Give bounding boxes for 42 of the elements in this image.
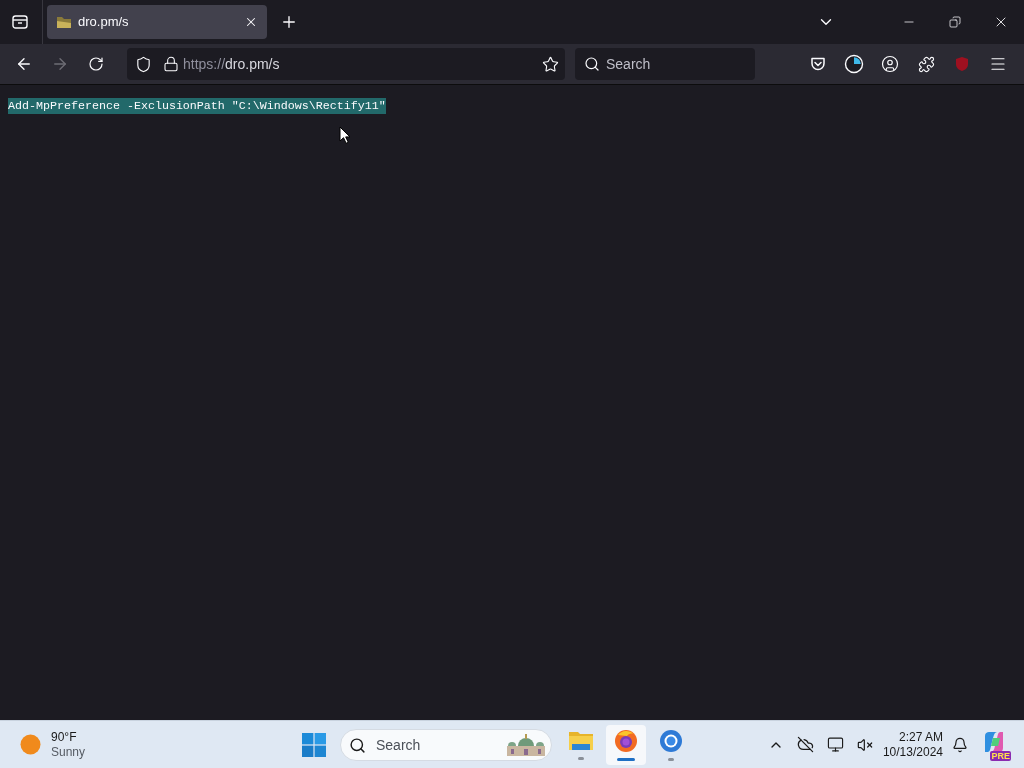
- search-icon: [349, 736, 366, 754]
- account-icon[interactable]: [881, 55, 899, 73]
- running-indicator-icon: [617, 757, 635, 761]
- badge-chevron-icon[interactable]: [810, 56, 826, 72]
- running-indicator-icon: [668, 757, 674, 761]
- running-indicator-icon: [578, 756, 584, 760]
- orb-icon: [614, 728, 638, 753]
- weather-condition-text: Sunny: [51, 744, 86, 760]
- reload-icon: [88, 56, 104, 72]
- menu-icon[interactable]: [989, 55, 1007, 73]
- favicon-icon: [56, 15, 72, 29]
- monitor-icon[interactable]: [826, 736, 844, 753]
- four-squares-icon: [302, 732, 326, 757]
- search-icon: [584, 56, 600, 72]
- forward-arrow-icon: [51, 55, 69, 73]
- puzzle-icon[interactable]: [917, 55, 935, 73]
- speaker-muted-icon[interactable]: [856, 736, 873, 753]
- start-button[interactable]: [300, 730, 328, 759]
- box-icon: [12, 14, 28, 30]
- pie-progress-icon[interactable]: [844, 54, 864, 74]
- shield-icon[interactable]: [135, 55, 152, 73]
- cloud-off-icon[interactable]: [796, 736, 814, 753]
- lock-icon[interactable]: [163, 56, 179, 72]
- colorful-logo-icon: [982, 729, 1006, 754]
- mouse-pointer-icon: [339, 126, 351, 144]
- notifications-bell-icon[interactable]: [952, 736, 968, 753]
- taskbar-search-field[interactable]: Search: [340, 728, 552, 761]
- plus-icon: [280, 13, 298, 31]
- temperature-text: 90°F: [51, 729, 78, 745]
- bookmark-star-icon[interactable]: [542, 55, 559, 73]
- search-field[interactable]: Search: [575, 48, 755, 80]
- taskbar-app-button[interactable]: [606, 724, 646, 765]
- clock-button[interactable]: 2:27 AM 10/13/2024: [882, 729, 943, 760]
- restore-icon: [949, 16, 961, 28]
- ring-icon: [659, 728, 683, 753]
- colorful-app-button[interactable]: PRE: [980, 729, 1008, 760]
- browser-tab[interactable]: dro.pm/s: [47, 5, 267, 39]
- address-bar[interactable]: https://dro.pm/s: [127, 48, 565, 80]
- sun-icon: [20, 734, 41, 755]
- selected-command-text: Add-MpPreference -ExclusionPath "C:\Windows\Rectify11": [8, 98, 386, 114]
- close-icon: [244, 15, 258, 29]
- folder-icon: [569, 729, 593, 752]
